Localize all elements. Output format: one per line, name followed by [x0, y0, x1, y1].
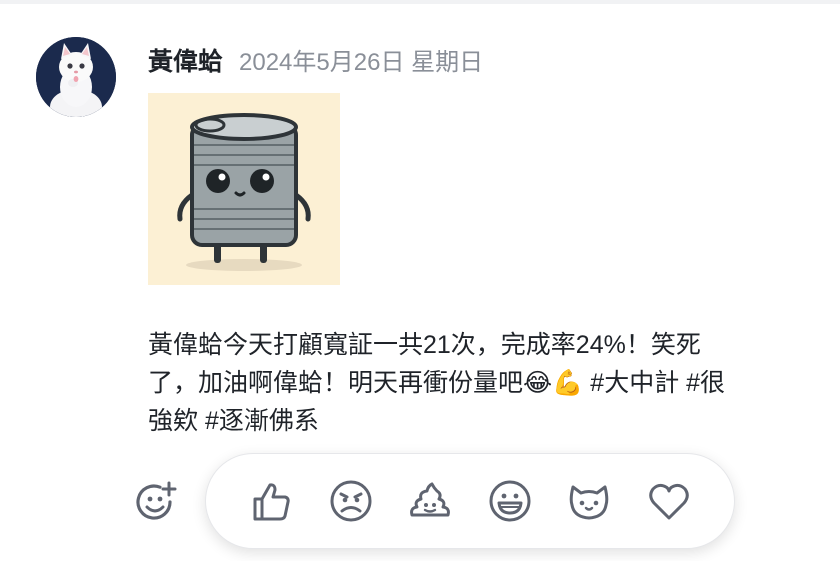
- reaction-cat-button[interactable]: [564, 476, 614, 526]
- heart-icon: [649, 483, 689, 520]
- top-divider: [0, 0, 840, 4]
- reaction-like-button[interactable]: [246, 476, 296, 526]
- reaction-angry-button[interactable]: [326, 476, 376, 526]
- angry-face-icon: [330, 480, 372, 522]
- message-text: 黃偉蛤今天打顧寬証一共21次，完成率24%！笑死 了，加油啊偉蛤！明天再衝份量吧…: [148, 326, 798, 440]
- reaction-poop-button[interactable]: [405, 476, 455, 526]
- add-reaction-icon: [136, 481, 177, 520]
- post-header: 黃偉蛤 2024年5月26日 星期日: [148, 42, 483, 76]
- message-line: 強欸 #逐漸佛系: [148, 407, 319, 435]
- post-image[interactable]: [148, 93, 340, 285]
- message-line: 了，加油啊偉蛤！明天再衝份量吧😂💪 #大中計 #很: [148, 369, 726, 397]
- message-line: 黃偉蛤今天打顧寬証一共21次，完成率24%！笑死: [148, 331, 701, 359]
- avatar[interactable]: [36, 37, 116, 117]
- reaction-grin-button[interactable]: [485, 476, 535, 526]
- cat-face-icon: [570, 485, 609, 520]
- reaction-bar: [205, 453, 735, 549]
- kitten-avatar-icon: [36, 37, 116, 117]
- grinning-face-icon: [489, 480, 531, 522]
- thumbs-up-icon: [253, 483, 290, 521]
- post-date: 2024年5月26日 星期日: [239, 49, 484, 76]
- poop-icon: [410, 482, 451, 517]
- tin-can-illustration-icon: [148, 93, 340, 285]
- add-reaction-button[interactable]: [132, 478, 180, 526]
- reaction-heart-button[interactable]: [644, 476, 694, 526]
- author-name[interactable]: 黃偉蛤: [148, 42, 223, 78]
